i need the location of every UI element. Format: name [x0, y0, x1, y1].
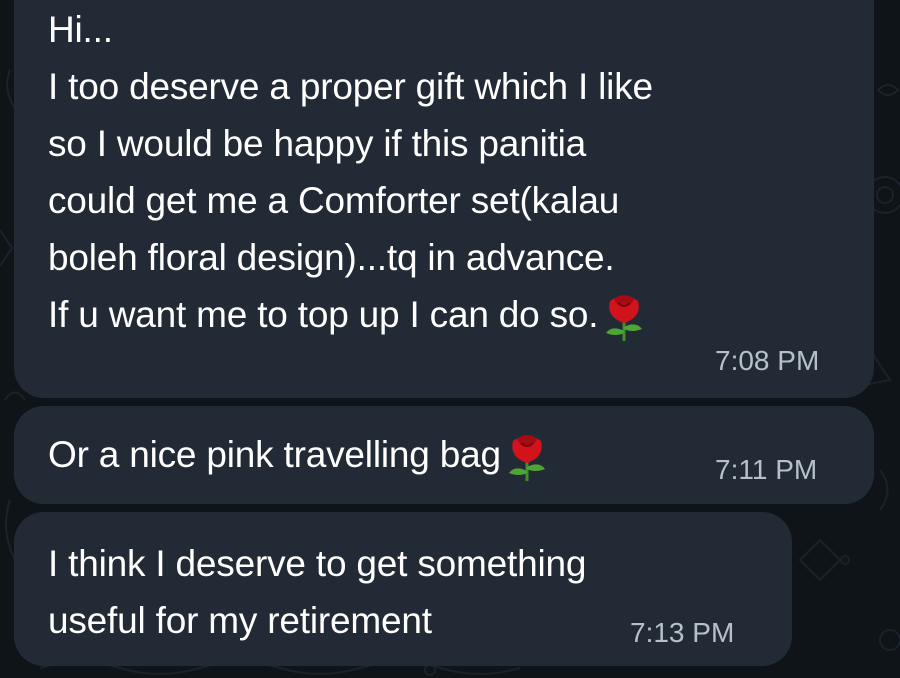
message-bubble[interactable]: Or a nice pink travelling bag 7:11 PM	[14, 406, 874, 504]
rose-emoji-icon	[606, 295, 643, 342]
message-line: useful for my retirement	[48, 600, 432, 641]
message-text: Hi... I too deserve a proper gift which …	[48, 1, 653, 343]
rose-emoji-icon	[508, 435, 545, 482]
message-line-with-emoji: If u want me to top up I can do so.	[48, 286, 653, 343]
message-line: boleh floral design)...tq in advance.	[48, 237, 615, 278]
message-line-with-emoji: Or a nice pink travelling bag	[48, 426, 549, 483]
message-line: Hi...	[48, 9, 113, 50]
message-bubble[interactable]: I think I deserve to get something usefu…	[14, 512, 792, 666]
message-line: I think I deserve to get something	[48, 543, 587, 584]
message-timestamp: 7:08 PM	[715, 345, 820, 376]
message-text: I think I deserve to get something usefu…	[48, 535, 586, 649]
message-line: Or a nice pink travelling bag	[48, 434, 501, 475]
message-timestamp: 7:11 PM	[715, 454, 818, 485]
message-line: so I would be happy if this panitia	[48, 123, 587, 164]
message-line: If u want me to top up I can do so.	[48, 294, 599, 335]
message-text: Or a nice pink travelling bag	[48, 426, 549, 483]
message-timestamp: 7:13 PM	[630, 617, 735, 648]
message-line: I too deserve a proper gift which I like	[48, 66, 653, 107]
message-line: could get me a Comforter set(kalau	[48, 180, 620, 221]
message-bubble[interactable]: Hi... I too deserve a proper gift which …	[14, 0, 874, 398]
